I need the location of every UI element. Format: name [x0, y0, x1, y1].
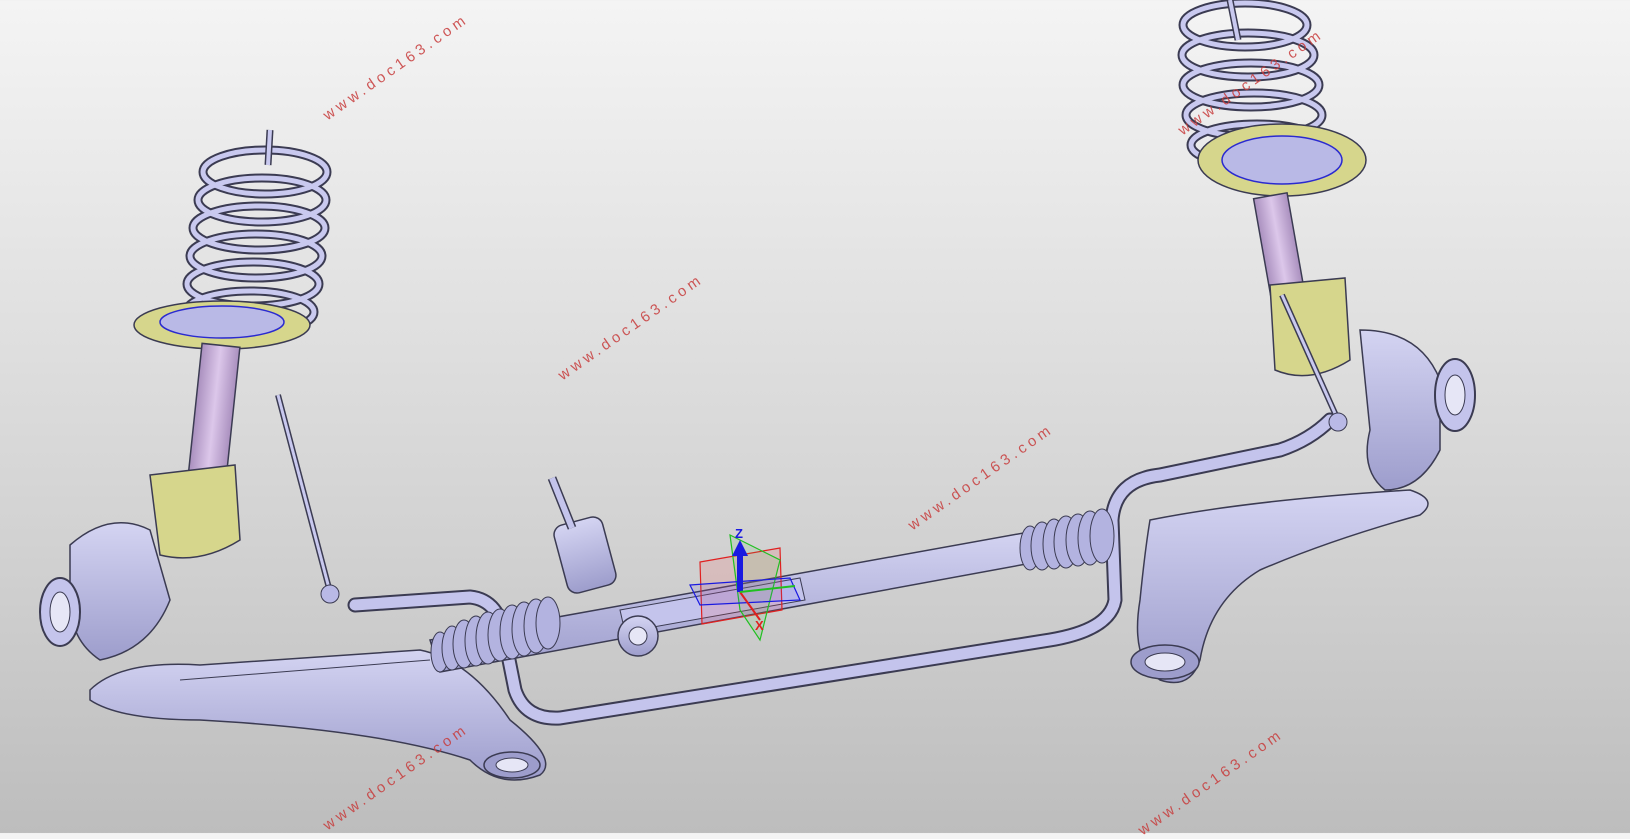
- axis-compass[interactable]: Z X: [689, 526, 801, 642]
- left-shock-absorber[interactable]: [187, 342, 241, 483]
- right-shock-absorber[interactable]: [1252, 191, 1306, 299]
- left-lower-control-arm[interactable]: [89, 649, 547, 781]
- right-steering-knuckle[interactable]: [1359, 329, 1476, 491]
- cad-3d-viewport[interactable]: Z X www.doc163.com www.doc163.com www.do…: [0, 0, 1630, 839]
- left-knuckle-clamp[interactable]: [149, 464, 241, 559]
- right-rack-boot[interactable]: [1019, 508, 1115, 571]
- left-strut-assembly[interactable]: [133, 129, 332, 559]
- axis-x-label: X: [755, 618, 764, 633]
- suspension-assembly-model[interactable]: Z X: [0, 0, 1630, 833]
- left-stabilizer-link[interactable]: [275, 394, 340, 604]
- left-steering-knuckle[interactable]: [39, 522, 171, 661]
- axis-z-label: Z: [735, 526, 743, 541]
- right-lower-control-arm[interactable]: [1130, 489, 1429, 684]
